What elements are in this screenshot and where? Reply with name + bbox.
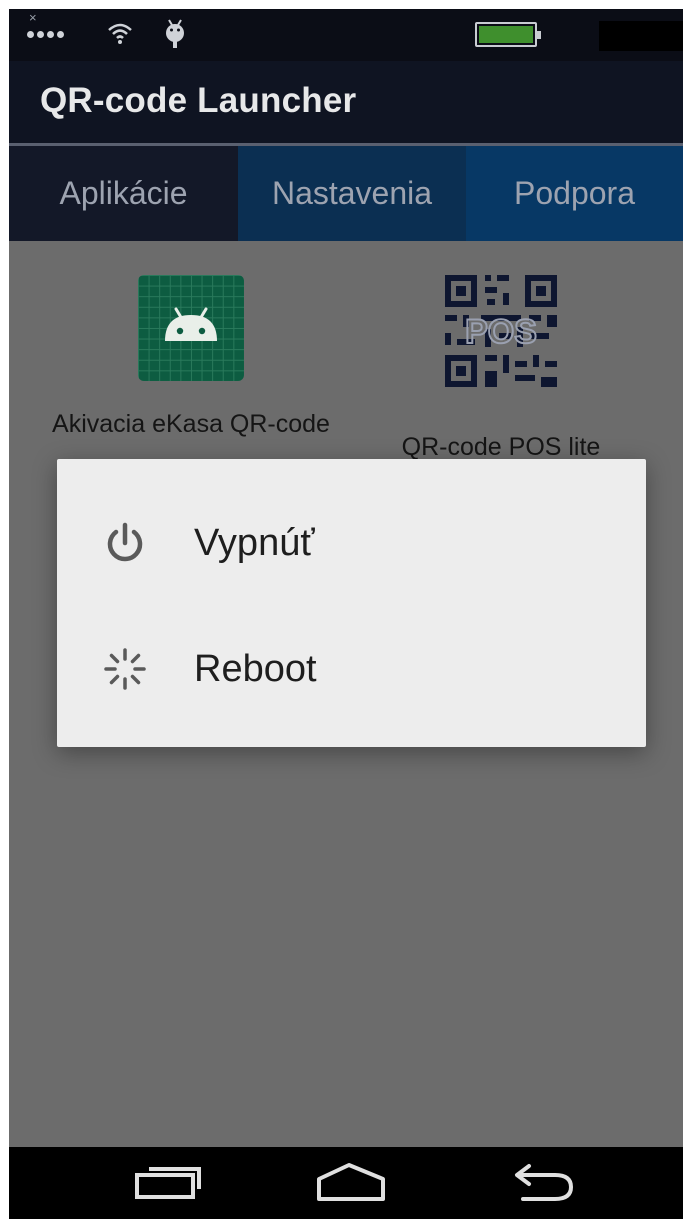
- power-off-option[interactable]: Vypnúť: [57, 483, 646, 603]
- power-off-label: Vypnúť: [194, 521, 315, 564]
- svg-text:POS: POS: [465, 313, 537, 351]
- tab-aplikacie[interactable]: Aplikácie: [9, 146, 238, 241]
- tab-nastavenia[interactable]: Nastavenia: [238, 146, 466, 241]
- tab-bar: Aplikácie Nastavenia Podpora: [9, 146, 683, 241]
- power-icon: [107, 522, 143, 562]
- no-sim-marker: ×: [29, 10, 37, 25]
- tab-podpora[interactable]: Podpora: [466, 146, 683, 241]
- back-icon[interactable]: [503, 1157, 593, 1207]
- recent-apps-icon[interactable]: [131, 1157, 221, 1207]
- status-bar: ×: [9, 9, 683, 61]
- navigation-bar: [9, 1147, 683, 1219]
- home-icon[interactable]: [309, 1157, 399, 1207]
- app-label: Akivacia eKasa QR-code: [52, 410, 330, 438]
- clock-area: [599, 21, 683, 51]
- reboot-label: Reboot: [194, 647, 317, 690]
- qr-pos-icon: POS: [441, 271, 561, 391]
- action-bar: QR-code Launcher: [9, 61, 683, 143]
- app-tile-ekasa[interactable]: Akivacia eKasa QR-code: [45, 275, 337, 440]
- app-tile-qr-pos[interactable]: POS QR-code POS lite: [381, 271, 621, 463]
- android-debug-icon: [166, 19, 184, 48]
- reboot-spinner-icon: [104, 648, 146, 690]
- phone-screen: × QR-code Launcher Aplikácie Nastavenia …: [9, 9, 683, 1219]
- battery-icon: [475, 22, 541, 47]
- app-title: QR-code Launcher: [40, 81, 357, 120]
- reboot-option[interactable]: Reboot: [57, 609, 646, 729]
- cellular-signal-icon: [27, 31, 64, 38]
- battery-level: [479, 26, 533, 43]
- wifi-icon: [108, 23, 132, 44]
- android-app-icon: [138, 275, 244, 381]
- power-options-dialog: Vypnúť Reboot: [57, 459, 646, 747]
